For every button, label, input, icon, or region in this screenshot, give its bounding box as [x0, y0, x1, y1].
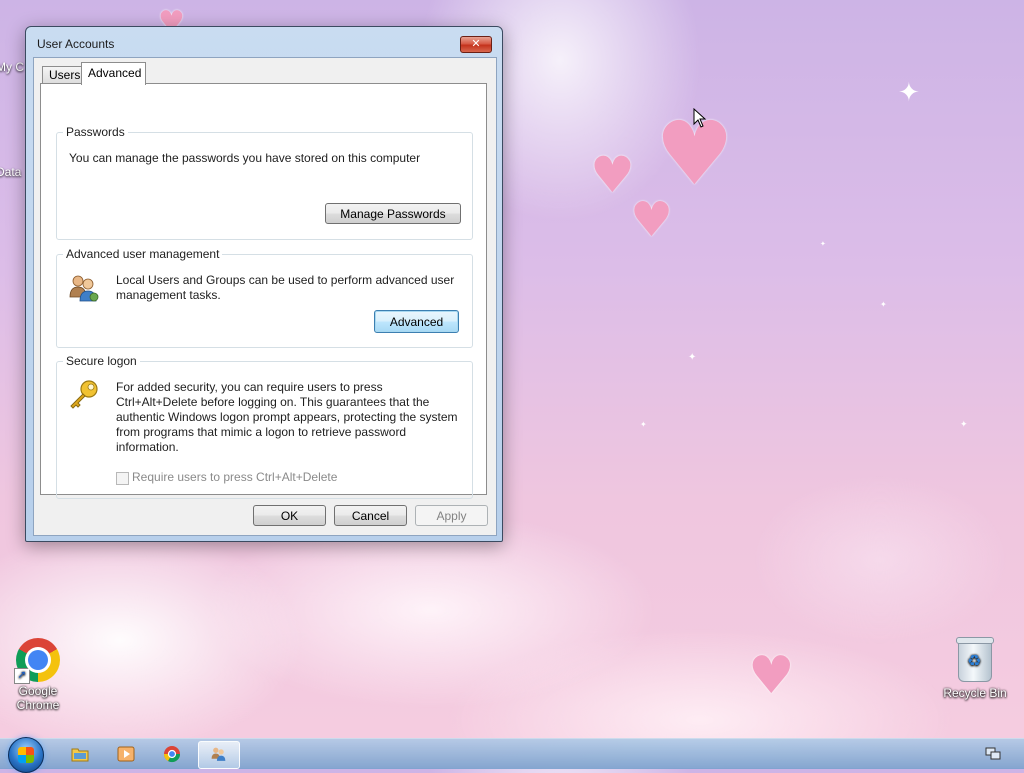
folder-icon: [71, 748, 89, 762]
heart-decoration: ♥: [748, 646, 795, 706]
taskbar-media-player[interactable]: [106, 741, 146, 767]
advanced-user-management-description: Local Users and Groups can be used to pe…: [116, 273, 455, 302]
desktop-icon-data-partial[interactable]: Data: [0, 165, 21, 179]
desktop-icon-google-chrome[interactable]: ➚ Google Chrome: [3, 638, 73, 712]
chrome-icon: ➚: [14, 638, 60, 684]
users-group-icon: [211, 747, 226, 761]
shortcut-arrow-icon: ➚: [14, 668, 30, 684]
ok-button[interactable]: OK: [253, 505, 326, 526]
apply-button[interactable]: Apply: [415, 505, 488, 526]
passwords-description: You can manage the passwords you have st…: [69, 151, 421, 165]
user-accounts-window: User Accounts ✕ Users Advanced Passwords…: [25, 26, 503, 542]
passwords-group: Passwords You can manage the passwords y…: [56, 125, 473, 240]
secure-logon-title: Secure logon: [63, 354, 140, 368]
chrome-icon: [163, 746, 181, 763]
taskbar-chrome[interactable]: [152, 741, 192, 767]
advanced-button[interactable]: Advanced: [374, 310, 459, 333]
heart-decoration: ♥: [590, 146, 635, 204]
taskbar: [0, 737, 1024, 773]
taskbar-user-accounts[interactable]: [198, 741, 240, 769]
heart-decoration: ♥: [630, 192, 674, 248]
advanced-tab-panel: Passwords You can manage the passwords y…: [40, 83, 487, 499]
sparkle-decoration: ✦: [688, 352, 697, 363]
cancel-button[interactable]: Cancel: [334, 505, 407, 526]
sparkle-decoration: ✦: [960, 420, 968, 430]
close-icon: ✕: [471, 37, 481, 50]
secure-logon-description: For added security, you can require user…: [116, 380, 458, 454]
secure-logon-group: Secure logon For added security, you can…: [56, 354, 473, 499]
users-group-icon: [69, 275, 99, 302]
window-title: User Accounts: [37, 37, 115, 51]
tab-advanced[interactable]: Advanced: [81, 62, 146, 85]
require-ctrl-alt-delete-label[interactable]: Require users to press Ctrl+Alt+Delete: [132, 470, 337, 485]
title-bar[interactable]: User Accounts ✕: [26, 27, 502, 57]
network-tray-icon[interactable]: [985, 747, 1001, 761]
recycle-bin-icon: [956, 637, 994, 682]
close-button[interactable]: ✕: [460, 36, 492, 53]
desktop-icon-my-computer-partial[interactable]: My C: [0, 60, 24, 74]
sparkle-decoration: ✦: [640, 420, 647, 429]
taskbar-windows-explorer[interactable]: [60, 741, 100, 767]
sparkle-decoration: ✦: [898, 78, 920, 108]
desktop-icon-recycle-bin[interactable]: Recycle Bin: [940, 637, 1010, 700]
advanced-user-management-group: Advanced user management Local Users and…: [56, 247, 473, 348]
manage-passwords-button[interactable]: Manage Passwords: [325, 203, 461, 224]
advanced-user-management-title: Advanced user management: [63, 247, 223, 261]
mouse-cursor: [693, 108, 707, 128]
desktop-icon-label: Google Chrome: [16, 684, 60, 712]
passwords-group-title: Passwords: [63, 125, 128, 139]
media-player-icon: [117, 746, 135, 762]
key-icon: [70, 380, 98, 409]
require-ctrl-alt-delete-checkbox[interactable]: [116, 472, 129, 485]
dialog-client-area: Users Advanced Passwords You can manage …: [33, 57, 497, 536]
desktop-icon-label: Recycle Bin: [943, 686, 1007, 700]
sparkle-decoration: ✦: [820, 240, 826, 248]
sparkle-decoration: ✦: [880, 300, 887, 309]
